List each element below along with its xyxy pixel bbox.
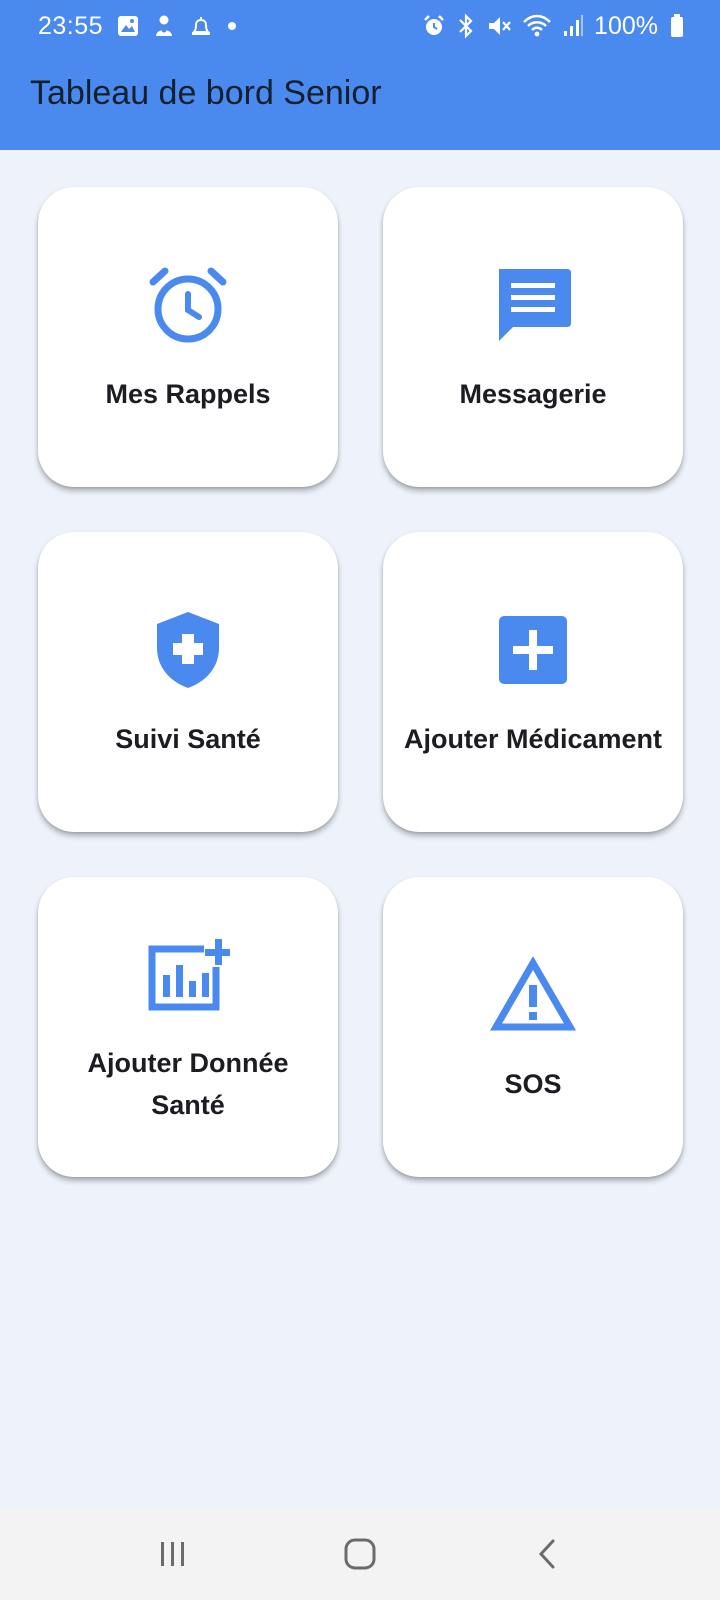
tile-label: Messagerie [459,379,607,409]
screen: 23:55 100% Tableau de bord Senior Mes Ra… [0,0,720,1600]
warning-icon [487,949,579,1041]
back-icon[interactable] [507,1524,587,1584]
dot-icon [227,21,237,31]
tile-label: SOS [504,1069,562,1099]
tile-label: Suivi Santé [115,724,261,754]
navigation-bar [0,1508,720,1600]
app-header: 23:55 100% Tableau de bord Senior [0,0,720,150]
home-icon[interactable] [320,1524,400,1584]
status-time: 23:55 [38,11,104,40]
message-icon [487,259,579,351]
tile-label: Ajouter Médicament [403,724,663,754]
battery-level: 100% [594,11,658,40]
shield-plus-icon [142,604,234,696]
wifi-icon [522,13,552,39]
dashboard-grid: Mes Rappels Messagerie Suivi Santé Ajout… [38,187,683,1177]
status-bar: 23:55 100% [0,0,720,52]
tile-suivi-sante[interactable]: Suivi Santé [38,532,338,832]
bluetooth-icon [456,13,476,39]
page-title: Tableau de bord Senior [30,74,382,112]
alarm-icon [422,14,446,38]
image-icon [117,15,139,37]
signal-icon [562,14,584,38]
mute-icon [486,14,512,38]
tile-sos[interactable]: SOS [383,877,683,1177]
add-box-icon [487,604,579,696]
recent-apps-icon[interactable] [133,1524,213,1584]
bell-icon [189,14,213,38]
tile-ajouter-medicament[interactable]: Ajouter Médicament [383,532,683,832]
person-icon [153,14,175,38]
tile-ajouter-donnee-sante[interactable]: Ajouter Donnée Santé [38,877,338,1177]
alarm-clock-icon [142,259,234,351]
tile-label: Mes Rappels [105,379,271,409]
tile-mes-rappels[interactable]: Mes Rappels [38,187,338,487]
tile-label: Ajouter Donnée Santé [87,1048,289,1120]
tile-messagerie[interactable]: Messagerie [383,187,683,487]
battery-icon [670,14,684,38]
chart-add-icon [142,928,234,1020]
